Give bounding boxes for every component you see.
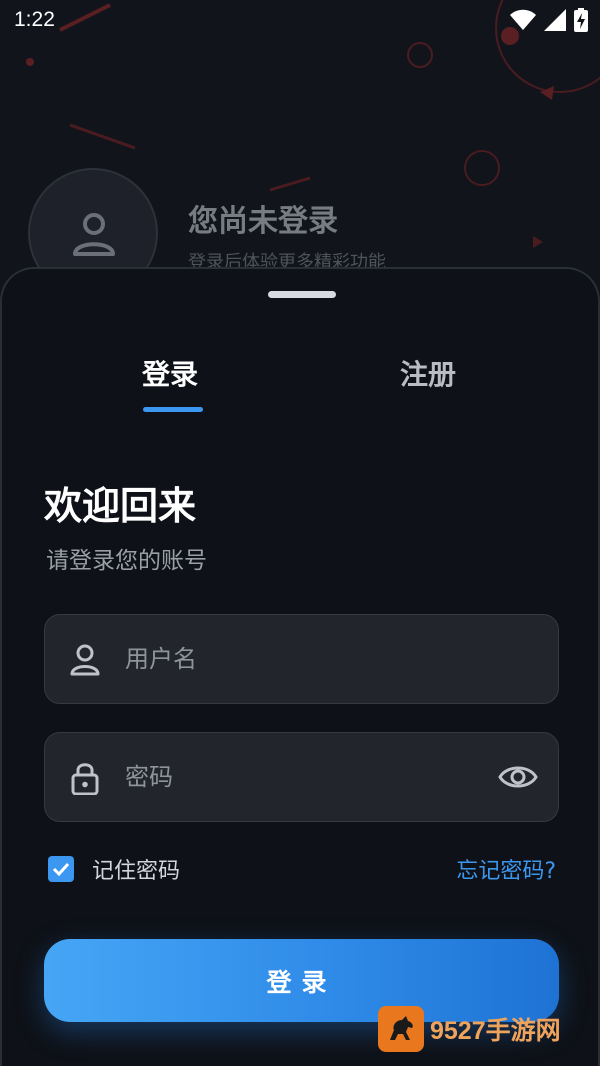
cellular-signal-icon bbox=[544, 9, 566, 31]
eye-icon[interactable] bbox=[498, 761, 538, 793]
forgot-password-link[interactable]: 忘记密码? bbox=[456, 853, 556, 885]
tab-indicator bbox=[143, 407, 203, 412]
status-icons bbox=[510, 8, 588, 32]
username-input[interactable] bbox=[125, 637, 485, 681]
login-sheet: 登录 注册 欢迎回来 请登录您的账号 记住密码 忘记密码? 登录 bbox=[0, 267, 600, 1066]
watermark-text: 9527手游网 bbox=[430, 1017, 561, 1045]
welcome-subtitle: 请登录您的账号 bbox=[46, 548, 207, 574]
remember-checkbox[interactable] bbox=[48, 856, 74, 882]
horse-logo-icon bbox=[378, 1006, 424, 1052]
watermark: 9527手游网 bbox=[378, 1006, 561, 1052]
checkmark-icon bbox=[52, 862, 70, 876]
password-field[interactable] bbox=[44, 732, 559, 822]
tab-login[interactable]: 登录 bbox=[142, 353, 198, 393]
username-field[interactable] bbox=[44, 614, 559, 704]
lock-icon bbox=[71, 763, 99, 795]
status-time: 1:22 bbox=[14, 8, 55, 31]
status-bar: 1:22 bbox=[0, 0, 600, 44]
welcome-title: 欢迎回来 bbox=[44, 484, 197, 528]
remember-label: 记住密码 bbox=[92, 859, 181, 884]
password-input[interactable] bbox=[125, 755, 485, 799]
tab-register[interactable]: 注册 bbox=[400, 353, 456, 393]
user-icon bbox=[70, 644, 100, 676]
wifi-icon bbox=[510, 9, 536, 30]
profile-title: 您尚未登录 bbox=[188, 204, 338, 239]
drag-handle[interactable] bbox=[268, 291, 336, 298]
remember-password[interactable]: 记住密码 bbox=[48, 853, 180, 885]
user-icon bbox=[73, 213, 115, 256]
battery-charging-icon bbox=[574, 8, 588, 32]
